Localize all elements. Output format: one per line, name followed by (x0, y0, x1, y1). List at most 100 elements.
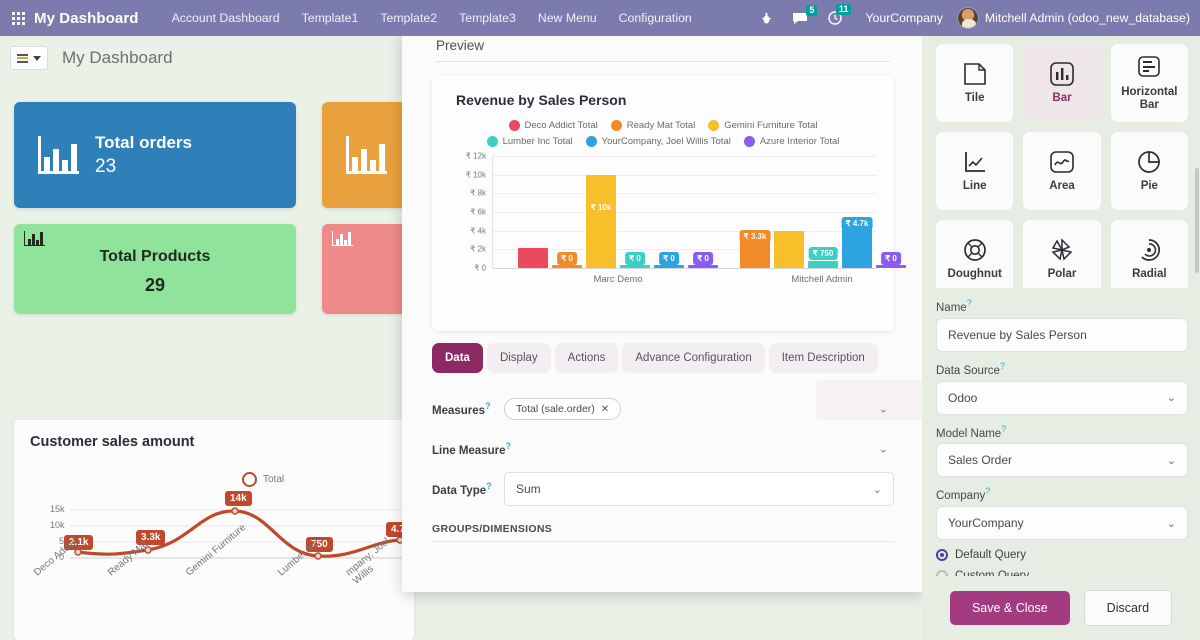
bug-icon[interactable] (752, 12, 781, 25)
bar-chart-icon (24, 231, 45, 246)
legend-color-dot (744, 136, 755, 147)
bar-marc-lumber[interactable] (620, 265, 650, 268)
nav-item-account-dashboard[interactable]: Account Dashboard (161, 11, 291, 25)
y-tick-2k: ₹ 2k (470, 245, 486, 254)
page-title: My Dashboard (62, 48, 173, 68)
bar-mitchell-gemini[interactable] (774, 231, 804, 268)
user-menu[interactable]: Mitchell Admin (odoo_new_database) (957, 7, 1194, 29)
legend-item-lumber-inc[interactable]: Lumber Inc Total (487, 136, 573, 147)
chart-type-line[interactable]: Line (936, 132, 1013, 210)
groups-divider (432, 541, 894, 542)
area-chart-icon (1049, 149, 1075, 175)
model-name-select[interactable]: Sales Order⌄ (936, 443, 1188, 477)
discard-button[interactable]: Discard (1084, 590, 1172, 626)
close-icon[interactable]: ✕ (601, 404, 609, 415)
tab-data[interactable]: Data (432, 343, 483, 373)
modal-action-bar: Save & Close Discard (922, 576, 1200, 640)
bar-label-mitchell-yourcompany: ₹ 4.7k (842, 217, 873, 230)
chart-type-label: Radial (1132, 268, 1167, 281)
chart-type-polar[interactable]: Polar (1023, 220, 1100, 288)
panel-scrollbar[interactable] (1195, 168, 1199, 273)
company-label-text: Company (936, 490, 985, 502)
tab-display[interactable]: Display (487, 343, 551, 373)
line-chart-legend[interactable]: Total (242, 472, 284, 487)
chevron-down-icon (33, 56, 41, 61)
legend-item-azure-interior[interactable]: Azure Interior Total (744, 136, 840, 147)
chevron-down-icon: ⌄ (1167, 517, 1176, 530)
kpi-tile-label: Total orders (95, 131, 192, 154)
chart-type-doughnut[interactable]: Doughnut (936, 220, 1013, 288)
tab-advance-configuration[interactable]: Advance Configuration (622, 343, 764, 373)
chart-type-tile[interactable]: Tile (936, 44, 1013, 122)
chevron-down-icon[interactable]: ⌄ (879, 403, 888, 416)
bar-marc-ready-mat[interactable] (552, 265, 582, 268)
brand-title[interactable]: My Dashboard (34, 10, 139, 27)
y-tick-8k: ₹ 8k (470, 189, 486, 198)
legend-label: Azure Interior Total (760, 136, 840, 147)
legend-color-dot (611, 120, 622, 131)
bar-marc-yourcompany[interactable] (654, 265, 684, 268)
bar-marc-azure[interactable] (688, 265, 718, 268)
legend-item-ready-mat[interactable]: Ready Mat Total (611, 120, 695, 131)
bar-mitchell-azure[interactable] (876, 265, 906, 268)
legend-item-yourcompany-joel-willis[interactable]: YourCompany, Joel Willis Total (586, 136, 731, 147)
bar-chart-icon (38, 136, 79, 174)
chart-type-radial[interactable]: Radial (1111, 220, 1188, 288)
legend-label: Ready Mat Total (627, 120, 695, 131)
chart-type-bar[interactable]: Bar (1023, 44, 1100, 122)
kpi-tile-total-products[interactable]: Total Products 29 (14, 224, 296, 314)
measures-control[interactable]: Total (sale.order) ✕ ⌄ (504, 398, 894, 420)
bar-marc-deco-addict[interactable] (518, 248, 548, 268)
company-select[interactable]: YourCompany⌄ (936, 506, 1188, 540)
kpi-tile-total-orders[interactable]: Total orders 23 (14, 102, 296, 208)
nav-item-configuration[interactable]: Configuration (608, 11, 703, 25)
bar-mitchell-yourcompany[interactable] (842, 224, 872, 268)
nav-item-template2[interactable]: Template2 (369, 11, 448, 25)
filter-icon[interactable] (10, 46, 48, 70)
chevron-down-icon[interactable]: ⌄ (879, 443, 888, 456)
legend-label: Lumber Inc Total (503, 136, 573, 147)
line-measure-row: Line Measure? ⌄ (432, 429, 894, 469)
chevron-down-icon: ⌄ (873, 483, 882, 496)
line-measure-label: Line Measure? (432, 441, 520, 457)
data-source-select[interactable]: Odoo⌄ (936, 381, 1188, 415)
chart-title: Revenue by Sales Person (456, 92, 880, 108)
measure-tag[interactable]: Total (sale.order) ✕ (504, 398, 621, 420)
data-type-control[interactable]: Sum ⌄ (504, 472, 894, 506)
nav-item-template1[interactable]: Template1 (291, 11, 370, 25)
data-source-value: Odoo (948, 391, 977, 405)
tab-actions[interactable]: Actions (555, 343, 619, 373)
company-selector[interactable]: YourCompany (853, 11, 954, 25)
bar-marc-gemini[interactable] (586, 175, 616, 268)
groups-dimensions-heading: GROUPS/DIMENSIONS (432, 523, 894, 535)
save-and-close-button[interactable]: Save & Close (950, 591, 1070, 625)
line-measure-label-text: Line Measure (432, 445, 506, 457)
bar-mitchell-lumber[interactable] (808, 261, 838, 268)
legend-label: Total (263, 474, 284, 485)
chart-type-label: Pie (1141, 180, 1158, 193)
kpi-tile-value: 23 (95, 154, 192, 180)
chart-type-pie[interactable]: Pie (1111, 132, 1188, 210)
line-y-tick-15k: 15k (50, 504, 65, 514)
name-input[interactable]: Revenue by Sales Person (936, 318, 1188, 352)
legend-marker-icon (242, 472, 257, 487)
chart-type-horizontal-bar[interactable]: Horizontal Bar (1111, 44, 1188, 122)
grid-apps-icon[interactable] (0, 12, 30, 25)
nav-item-new-menu[interactable]: New Menu (527, 11, 608, 25)
chart-type-area[interactable]: Area (1023, 132, 1100, 210)
radio-default-query[interactable]: Default Query (936, 549, 1188, 561)
chart-type-label: Tile (965, 92, 985, 105)
clock-icon[interactable]: 11 (819, 11, 851, 25)
legend-item-deco-addict[interactable]: Deco Addict Total (509, 120, 598, 131)
chat-count-badge: 5 (806, 5, 817, 16)
tab-item-description[interactable]: Item Description (769, 343, 878, 373)
company-label: Company? (936, 486, 1188, 502)
kpi-tile-value: 29 (14, 275, 296, 296)
bar-chart-icon (1049, 61, 1075, 87)
nav-item-template3[interactable]: Template3 (448, 11, 527, 25)
chat-icon[interactable]: 5 (783, 12, 817, 25)
data-type-select[interactable]: Sum ⌄ (504, 472, 894, 506)
bar-label-marc-lumber: ₹ 0 (625, 252, 645, 265)
legend-item-gemini-furniture[interactable]: Gemini Furniture Total (708, 120, 817, 131)
bar-label-marc-gemini: ₹ 10k (587, 201, 616, 214)
